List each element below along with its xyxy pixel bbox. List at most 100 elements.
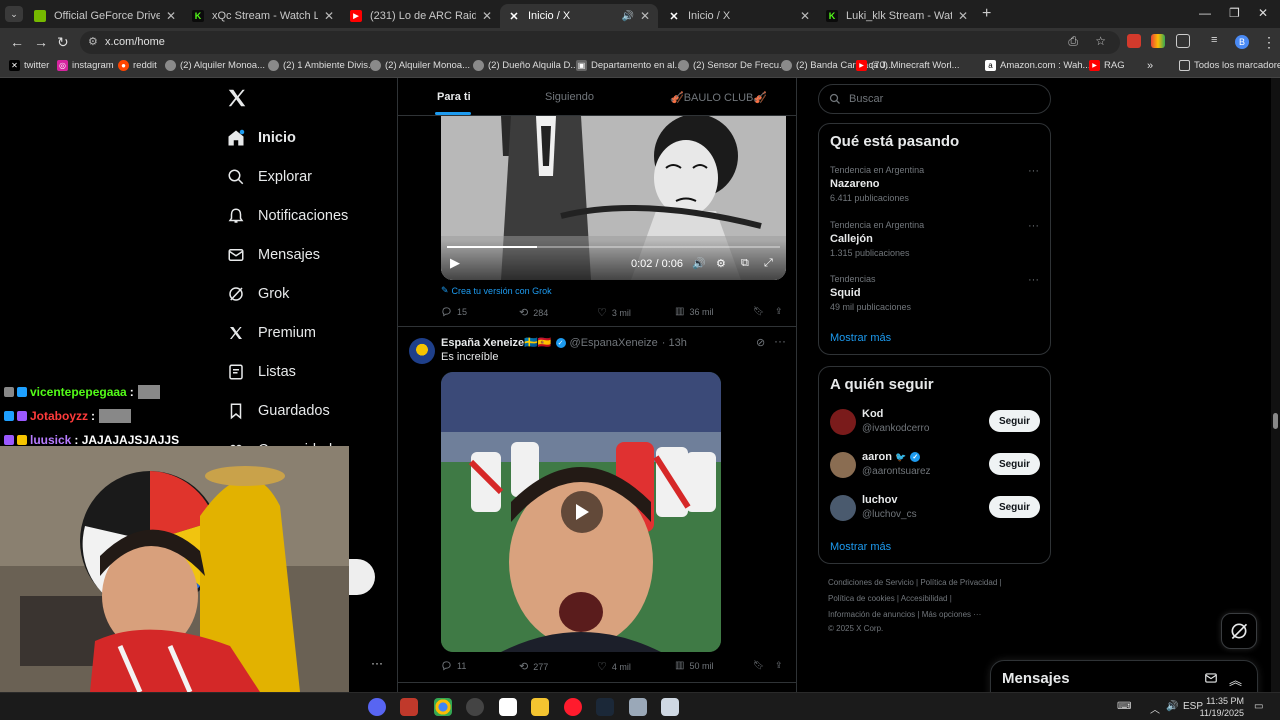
new-tab-button[interactable]: + [982,5,991,23]
opera-icon[interactable] [564,698,582,716]
expand-chevron-icon[interactable]: ︽ [1229,670,1242,689]
clock[interactable]: 11:35 PM 11/19/2025 [1198,695,1244,719]
back-icon[interactable]: ← [10,34,24,50]
bookmark-instagram[interactable]: ◎ instagram [57,60,114,71]
nav-bookmarks[interactable]: Guardados [226,397,330,425]
speaker-icon[interactable]: 🔊 [621,11,633,22]
show-more-trends-link[interactable]: Mostrar más [830,332,891,344]
avatar[interactable] [409,338,435,364]
like-button[interactable]: ♡ 4 mil [597,660,631,673]
share-icon[interactable]: ⇪ [775,306,783,317]
close-tab-icon[interactable]: ✕ [958,9,968,23]
discord-icon[interactable] [368,698,386,716]
voicemeeter-icon[interactable] [400,698,418,716]
bookmark-post-icon[interactable]: 🔖︎ [753,306,764,317]
bookmark-item[interactable]: (2) Sensor De Frecu... [678,60,787,71]
grok-create-link[interactable]: ✎ Crea tu versión con Grok [441,285,552,296]
app-icon[interactable] [499,698,517,716]
bookmark-post-icon[interactable]: 🔖︎ [753,660,764,671]
suggested-user-name[interactable]: aaron 🐦 ✓ [862,451,921,463]
menu-dots-icon[interactable]: ⋮ [1262,34,1276,51]
notifications-icon[interactable]: ▭ [1254,701,1263,712]
views-button[interactable]: ▥ 36 mil [675,306,713,317]
suggested-user-name[interactable]: luchov [862,494,897,506]
close-tab-icon[interactable]: ✕ [166,9,176,23]
bookmark-item[interactable]: (2) 1 Ambiente Divis... [268,60,376,71]
avatar[interactable] [830,409,856,435]
scrollbar-thumb[interactable] [1273,413,1278,429]
trend-options-icon[interactable]: ··· [1028,220,1039,232]
bookmarks-overflow-icon[interactable]: » [1147,60,1153,72]
bookmark-item[interactable]: (2) Alquiler Monoa... [370,60,470,71]
footer-links[interactable]: Política de cookies | Accesibilidad | [828,594,952,603]
trend-name[interactable]: Callejón [830,233,873,245]
nav-lists[interactable]: Listas [226,358,296,386]
minimize-icon[interactable]: — [1199,6,1211,20]
video-player[interactable] [441,372,721,652]
repost-button[interactable]: ⟲ 284 [519,306,548,319]
volume-icon[interactable]: 🔊 [692,257,706,270]
address-bar[interactable]: ⚙ x.com/home ⎙ ☆ [80,31,1120,54]
forward-icon[interactable]: → [34,34,48,50]
tab-x-home[interactable]: ✕ Inicio / X ✕ [660,4,818,28]
more-options-icon[interactable]: ··· [774,334,786,348]
close-tab-icon[interactable]: ✕ [800,9,810,23]
extension-icon[interactable] [1127,34,1141,48]
footer-links[interactable]: Condiciones de Servicio | Política de Pr… [828,578,1002,587]
nav-home[interactable]: Inicio [226,124,296,152]
bookmark-item[interactable]: ▶ (70) Minecraft Worl... [856,60,960,71]
steam-icon[interactable] [596,698,614,716]
tab-nvidia[interactable]: Official GeForce Drivers | NVIDIA ✕ [26,4,184,28]
nav-messages[interactable]: Mensajes [226,241,320,269]
app-icon[interactable] [661,698,679,716]
like-button[interactable]: ♡ 3 mil [597,306,631,319]
views-button[interactable]: ▥ 50 mil [675,660,713,671]
avatar[interactable] [830,495,856,521]
close-tab-icon[interactable]: ✕ [482,9,492,23]
site-info-icon[interactable]: ⚙ [88,35,98,48]
profile-avatar[interactable]: B [1235,35,1249,49]
app-icon[interactable] [629,698,647,716]
fullscreen-icon[interactable]: ⤢ [764,257,773,270]
video-progress-bar[interactable] [447,246,780,248]
bookmark-reddit[interactable]: ● reddit [118,60,157,71]
folder-icon[interactable] [531,698,549,716]
trend-name[interactable]: Squid [830,287,861,299]
x-logo-icon[interactable] [226,87,248,115]
extension-icon[interactable] [1151,34,1165,48]
picture-in-picture-icon[interactable]: ⧉ [741,257,749,270]
post-time[interactable]: · 13h [662,337,687,349]
reload-icon[interactable]: ↻ [57,34,69,51]
reply-button[interactable]: 15 [441,306,467,317]
tab-baulo-club[interactable]: 🎻BAULO CLUB🎻 [670,91,767,104]
trend-name[interactable]: Nazareno [830,178,880,190]
close-tab-icon[interactable]: ✕ [640,9,650,23]
extensions-puzzle-icon[interactable] [1176,34,1190,48]
tab-for-you[interactable]: Para ti [437,91,471,103]
tab-kick-luki[interactable]: K Luki_klk Stream - Watch Live on Kick ✕ [818,4,976,28]
bookmark-item[interactable]: (2) Dueño Alquila D... [473,60,578,71]
follow-button[interactable]: Seguir [989,453,1040,475]
footer-links[interactable]: Información de anuncios | Más opciones ·… [828,610,981,619]
chrome-icon[interactable] [434,698,452,716]
follow-button[interactable]: Seguir [989,410,1040,432]
repost-button[interactable]: ⟲ 277 [519,660,548,673]
media-controls-icon[interactable]: ≡ [1211,34,1217,46]
tab-x-home-active[interactable]: ✕ Inicio / X 🔊 ✕ [500,4,658,28]
nav-premium[interactable]: Premium [226,319,316,347]
nav-notifications[interactable]: Notificaciones [226,202,348,230]
show-more-follow-link[interactable]: Mostrar más [830,541,891,553]
page-scrollbar[interactable] [1271,78,1280,692]
follow-button[interactable]: Seguir [989,496,1040,518]
play-button[interactable] [561,491,603,533]
play-icon[interactable]: ▶ [450,255,460,271]
settings-icon[interactable]: ⚙ [716,257,726,270]
nav-explore[interactable]: Explorar [226,163,312,191]
bookmark-star-icon[interactable]: ☆ [1095,34,1106,48]
trend-options-icon[interactable]: ··· [1028,165,1039,177]
tab-search-button[interactable]: ⌄ [5,6,23,22]
author-name[interactable]: España Xeneize🇸🇪🇪🇸 [441,336,552,349]
grok-explain-icon[interactable]: ⊘ [756,336,765,349]
keyboard-icon[interactable]: ⌨ [1117,701,1131,712]
tab-kick-xqc[interactable]: K xQc Stream - Watch Live on Kick ✕ [184,4,342,28]
